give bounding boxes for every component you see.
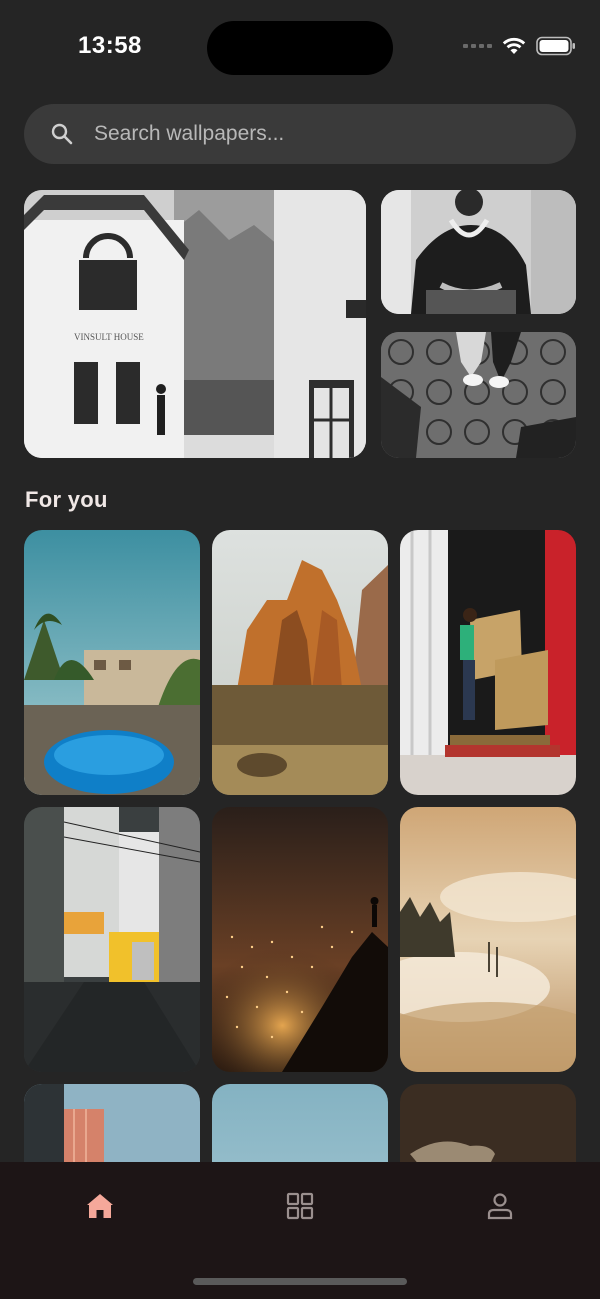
portrait-photo <box>381 190 576 314</box>
nav-home[interactable] <box>70 1186 130 1226</box>
container-hay-photo <box>400 530 576 795</box>
status-icons <box>463 36 576 56</box>
nav-profile[interactable] <box>470 1186 530 1226</box>
featured-wallpaper-portrait[interactable] <box>381 190 576 314</box>
fog-forest-photo <box>400 807 576 1072</box>
wifi-icon <box>502 37 526 54</box>
dynamic-island <box>207 21 393 75</box>
tiled-floor-photo <box>381 332 576 458</box>
wallpaper-tile[interactable] <box>212 530 388 795</box>
building-photo: VINSULT HOUSE <box>24 190 366 458</box>
wallpaper-tile[interactable] <box>24 807 200 1072</box>
home-icon <box>87 1194 113 1218</box>
search-input[interactable] <box>94 104 576 164</box>
signal-icon <box>463 44 492 48</box>
search-icon <box>51 123 73 145</box>
building-sign-text: VINSULT HOUSE <box>74 332 144 342</box>
status-bar: 13:58 <box>0 0 600 96</box>
wallpaper-tile[interactable] <box>24 530 200 795</box>
featured-wallpaper-floor[interactable] <box>381 332 576 458</box>
palm-pool-photo <box>24 530 200 795</box>
for-you-title: For you <box>25 487 108 512</box>
street-photo <box>24 807 200 1072</box>
grid-icon <box>286 1192 314 1220</box>
battery-icon <box>536 36 575 56</box>
featured-wallpaper-main[interactable]: VINSULT HOUSE <box>24 190 366 458</box>
nav-categories[interactable] <box>270 1186 330 1226</box>
city-lights-photo <box>212 807 388 1072</box>
home-indicator[interactable] <box>193 1278 407 1285</box>
status-time: 13:58 <box>78 32 142 59</box>
wallpaper-tile[interactable] <box>400 807 576 1072</box>
wallpaper-tile[interactable] <box>212 807 388 1072</box>
person-icon <box>487 1193 513 1220</box>
red-rock-photo <box>212 530 388 795</box>
search-bar[interactable] <box>24 104 576 164</box>
wallpaper-tile[interactable] <box>400 530 576 795</box>
